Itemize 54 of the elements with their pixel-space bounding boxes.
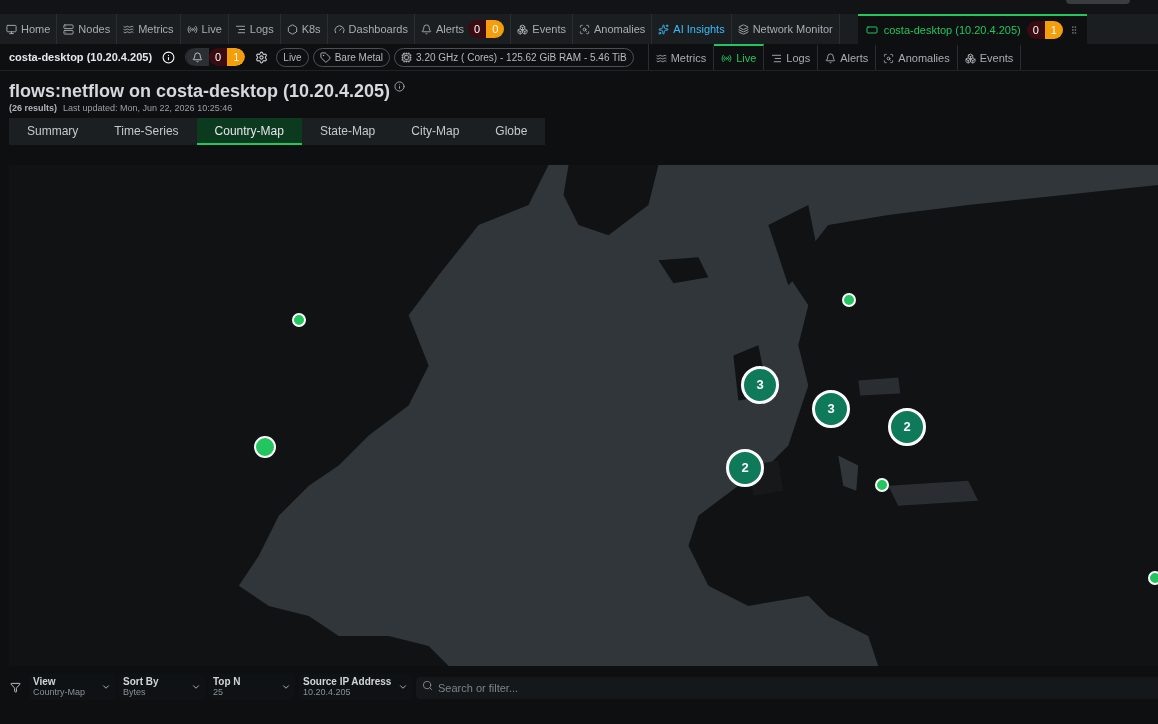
node-view-tab[interactable]: Anomalies [876,44,958,70]
count-badge: 1 [227,48,246,66]
filter-dropdown[interactable]: Sort By Bytes [119,674,205,700]
nav-label: Network Monitor [752,21,833,37]
nav-label: Live [201,21,222,37]
nav-label: AI Insights [673,21,725,37]
view-tab[interactable]: City-Map [393,118,478,145]
tab-label: Metrics [670,50,707,66]
filter-value: Bytes [123,687,147,698]
nav-label: Dashboards [348,21,408,37]
filter-label: Sort By [123,676,159,687]
page-title: flows:netflow on costa-desktop (10.20.4.205) [9,80,391,102]
nav-label: Logs [249,21,274,37]
filter-value: 25 [213,687,224,698]
node-tab-label: costa-desktop (10.20.4.205) [883,22,1021,38]
search-field[interactable]: Search or filter... [416,677,1158,699]
view-tab[interactable]: State-Map [301,118,394,145]
node-tab[interactable]: costa-desktop (10.20.4.205) 0 1 [857,14,1087,44]
nav-label: Anomalies [593,21,646,37]
filter-label: View [33,676,57,687]
filter-dropdown[interactable]: View Country-Map [29,674,115,700]
last-updated: Last updated: Mon, Jun 22, 2026 10:25:46 [63,102,233,114]
filter-value: 10.20.4.205 [303,687,352,698]
tab-label: Anomalies [898,50,950,66]
count-badge: 0 [486,20,505,38]
node-view-tab[interactable]: Alerts [818,44,877,70]
view-tab[interactable]: Time-Series [96,118,197,145]
nav-label: Events [532,21,566,37]
nav-label: Home [21,21,51,37]
nav-label: Metrics [138,21,174,37]
tab-label: Events [979,50,1014,66]
node-view-tab[interactable]: Metrics [648,44,715,70]
result-count: (26 results) [9,102,58,114]
node-view-tab[interactable]: Logs [764,44,819,70]
view-tab[interactable]: Summary [9,118,97,145]
view-tab[interactable]: Globe [477,118,546,145]
nav-label: Nodes [78,21,111,37]
view-tab[interactable]: Country-Map [196,118,302,145]
tab-label: Alerts [840,50,869,66]
tab-label: Live [736,50,757,66]
nav-label: Alerts [435,21,465,37]
tab-label: Logs [786,50,811,66]
nav-label: K8s [301,21,321,37]
filter-dropdown[interactable]: Source IP Address 10.20.4.205 [299,674,412,700]
count-badge: 0 [1026,21,1045,39]
filter-dropdown[interactable]: Top N 25 [209,674,295,700]
count-badge: 0 [468,20,487,38]
count-badge: 0 [209,48,228,66]
filter-label: Top N [213,676,241,687]
filter-label: Source IP Address [303,676,392,687]
node-view-tab[interactable]: Live [714,44,765,70]
filter-value: Country-Map [33,687,86,698]
node-view-tab[interactable]: Events [957,44,1022,70]
node-name: costa-desktop (10.20.4.205) [9,49,153,65]
